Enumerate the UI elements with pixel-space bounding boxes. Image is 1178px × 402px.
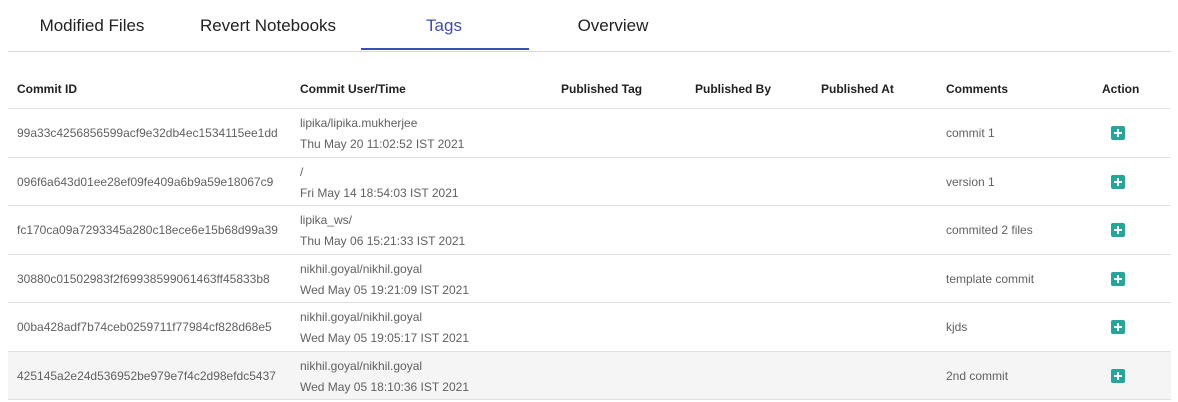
table-row: fc170ca09a7293345a280c18ece6e15b68d99a39… xyxy=(8,206,1171,255)
tab-overview[interactable]: Overview xyxy=(529,0,697,51)
column-header-comments: Comments xyxy=(946,82,1009,96)
column-header-published-at: Published At xyxy=(821,82,894,96)
table-row: 99a33c4256856599acf9e32db4ec1534115ee1dd… xyxy=(8,109,1171,158)
commits-table: Commit ID Commit User/Time Published Tag… xyxy=(8,60,1171,400)
commit-time-cell: Thu May 06 15:21:33 IST 2021 xyxy=(300,234,466,248)
commit-time-cell: Thu May 20 11:02:52 IST 2021 xyxy=(300,137,465,151)
commit-user-cell: lipika_ws/ xyxy=(300,213,353,227)
commit-time-cell: Wed May 05 19:05:17 IST 2021 xyxy=(300,331,470,345)
active-tab-indicator xyxy=(361,48,529,50)
comment-cell: 2nd commit xyxy=(946,368,1009,383)
tab-revert-notebooks[interactable]: Revert Notebooks xyxy=(184,0,352,51)
tab-bar: Modified Files Revert Notebooks Tags Ove… xyxy=(8,0,1171,52)
add-tag-icon[interactable] xyxy=(1111,223,1125,237)
table-row: 425145a2e24d536952be979e7f4c2d98efdc5437… xyxy=(8,351,1171,400)
commit-id-cell: 00ba428adf7b74ceb0259711f77984cf828d68e5 xyxy=(17,320,272,334)
add-tag-icon[interactable] xyxy=(1111,271,1125,286)
comment-cell: template commit xyxy=(946,271,1035,286)
commit-time-cell: Wed May 05 19:21:09 IST 2021 xyxy=(300,282,470,297)
tab-tags[interactable]: Tags xyxy=(360,0,528,51)
add-tag-icon[interactable] xyxy=(1111,368,1125,383)
column-header-commit-user-time: Commit User/Time xyxy=(300,82,406,96)
add-tag-icon[interactable] xyxy=(1111,320,1125,334)
table-header-row: Commit ID Commit User/Time Published Tag… xyxy=(8,60,1171,109)
add-tag-icon[interactable] xyxy=(1111,126,1125,140)
commit-time-cell: Wed May 05 18:10:36 IST 2021 xyxy=(300,379,470,394)
comment-cell: commit 1 xyxy=(946,126,995,140)
commit-user-cell: nikhil.goyal/nikhil.goyal xyxy=(300,261,423,276)
commit-id-cell: fc170ca09a7293345a280c18ece6e15b68d99a39 xyxy=(17,223,278,237)
table-row: 096f6a643d01ee28ef09fe409a6b9a59e18067c9… xyxy=(8,158,1171,206)
comment-cell: version 1 xyxy=(946,174,995,189)
commit-id-cell: 425145a2e24d536952be979e7f4c2d98efdc5437 xyxy=(17,368,276,383)
commit-user-cell: nikhil.goyal/nikhil.goyal xyxy=(300,310,423,324)
comment-cell: commited 2 files xyxy=(946,223,1033,237)
add-tag-icon[interactable] xyxy=(1111,174,1125,189)
commit-id-cell: 096f6a643d01ee28ef09fe409a6b9a59e18067c9 xyxy=(17,174,274,189)
commit-id-cell: 99a33c4256856599acf9e32db4ec1534115ee1dd xyxy=(17,126,278,140)
column-header-published-by: Published By xyxy=(695,82,772,96)
commit-time-cell: Fri May 14 18:54:03 IST 2021 xyxy=(300,185,459,200)
column-header-published-tag: Published Tag xyxy=(561,82,643,96)
comment-cell: kjds xyxy=(946,320,968,334)
table-row: 00ba428adf7b74ceb0259711f77984cf828d68e5… xyxy=(8,303,1171,352)
column-header-action: Action xyxy=(1102,82,1140,96)
commit-user-cell: nikhil.goyal/nikhil.goyal xyxy=(300,358,423,373)
commit-user-cell: lipika/lipika.mukherjee xyxy=(300,116,418,130)
table-row: 30880c01502983f2f69938599061463ff45833b8… xyxy=(8,255,1171,303)
commit-user-cell: / xyxy=(300,164,304,179)
commit-id-cell: 30880c01502983f2f69938599061463ff45833b8 xyxy=(17,271,270,286)
tab-modified-files[interactable]: Modified Files xyxy=(8,0,176,51)
column-header-commit-id: Commit ID xyxy=(17,82,77,96)
